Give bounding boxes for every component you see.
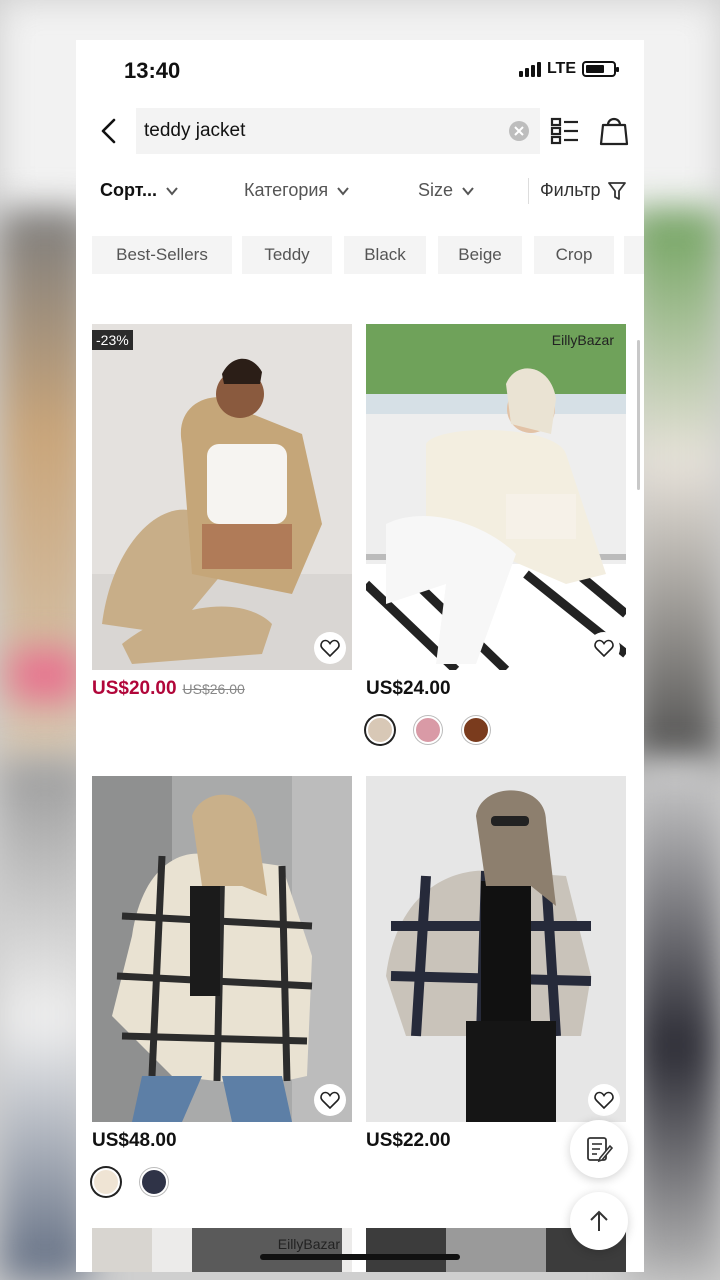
heart-icon	[594, 639, 614, 657]
network-label: LTE	[546, 60, 576, 77]
color-swatches	[366, 716, 490, 744]
price-row: US$20.00 US$26.00	[92, 678, 245, 700]
signal-icon	[518, 61, 541, 77]
status-time: 13:40	[124, 58, 181, 83]
scrollbar[interactable]	[637, 340, 640, 490]
color-swatch[interactable]	[366, 716, 394, 744]
clear-icon[interactable]	[508, 120, 530, 142]
product-photo	[92, 324, 352, 670]
wishlist-button[interactable]	[588, 632, 620, 664]
brand-label: EillyBazar	[277, 1236, 340, 1252]
color-swatch[interactable]	[92, 1168, 120, 1196]
filter-bar: Сорт... Категория Size Фильтр	[76, 172, 644, 212]
price-row: US$48.00	[92, 1130, 177, 1152]
color-swatch[interactable]	[462, 716, 490, 744]
chevron-down-icon	[337, 186, 349, 196]
chip-beige[interactable]: Beige	[438, 236, 522, 274]
phone-screen: 13:40 LTE teddy jacket Сорт... Категория…	[76, 40, 644, 1272]
product-image[interactable]	[366, 776, 626, 1122]
scroll-to-top-button[interactable]	[570, 1192, 628, 1250]
product-image[interactable]: -23%	[92, 324, 352, 670]
heart-icon	[594, 1091, 614, 1109]
sale-price: US$20.00	[92, 678, 177, 699]
product-card[interactable]: EillyBazar US$24.00	[366, 324, 626, 744]
product-photo	[366, 324, 626, 670]
edit-note-icon	[587, 1137, 614, 1163]
price: US$48.00	[92, 1130, 177, 1151]
wishlist-button[interactable]	[314, 632, 346, 664]
brand-label: EillyBazar	[551, 332, 614, 348]
heart-icon	[320, 1091, 340, 1109]
size-dropdown[interactable]: Size	[418, 180, 475, 201]
chip-crop[interactable]: Crop	[534, 236, 614, 274]
product-card[interactable]: -23% US$20.00 US$26.00	[92, 324, 352, 724]
wishlist-button[interactable]	[314, 1084, 346, 1116]
product-card[interactable]: EillyBazar	[92, 1228, 352, 1272]
filter-button[interactable]: Фильтр	[540, 180, 627, 201]
original-price: US$26.00	[182, 681, 245, 697]
quick-filter-chips: Best-Sellers Teddy Black Beige Crop	[92, 236, 644, 276]
color-swatches	[92, 1168, 168, 1196]
product-image[interactable]	[92, 776, 352, 1122]
chevron-left-icon	[101, 118, 116, 144]
chip-best-sellers[interactable]: Best-Sellers	[92, 236, 232, 274]
product-image[interactable]: EillyBazar	[92, 1228, 352, 1272]
chevron-down-icon	[166, 186, 178, 196]
price-row: US$22.00	[366, 1130, 451, 1152]
sort-label: Сорт...	[100, 180, 157, 200]
product-card[interactable]: US$22.00	[366, 776, 626, 1176]
category-dropdown[interactable]: Категория	[244, 180, 350, 201]
color-swatch[interactable]	[414, 716, 442, 744]
status-bar: 13:40 LTE	[76, 40, 644, 102]
discount-badge: -23%	[92, 330, 133, 350]
product-photo	[366, 776, 626, 1122]
product-photo	[92, 776, 352, 1122]
arrow-up-icon	[590, 1210, 608, 1231]
chevron-down-icon	[462, 186, 474, 196]
status-indicators: LTE	[518, 60, 619, 78]
category-label: Категория	[244, 180, 329, 200]
color-swatch[interactable]	[140, 1168, 168, 1196]
chip-black[interactable]: Black	[344, 236, 426, 274]
chip-more[interactable]	[624, 236, 644, 274]
battery-icon	[582, 61, 619, 77]
heart-icon	[320, 639, 340, 657]
price: US$22.00	[366, 1130, 451, 1151]
product-card[interactable]: US$48.00	[92, 776, 352, 1196]
chip-teddy[interactable]: Teddy	[242, 236, 332, 274]
price-row: US$24.00	[366, 678, 451, 700]
divider	[528, 178, 529, 204]
search-row	[76, 106, 644, 156]
search-input[interactable]	[144, 120, 508, 142]
shopping-bag-icon[interactable]	[596, 112, 632, 148]
product-image[interactable]: EillyBazar	[366, 324, 626, 670]
back-button[interactable]	[92, 114, 126, 148]
home-indicator[interactable]	[260, 1254, 460, 1260]
wishlist-button[interactable]	[588, 1084, 620, 1116]
review-button[interactable]	[570, 1120, 628, 1178]
sort-dropdown[interactable]: Сорт...	[100, 180, 179, 201]
search-box[interactable]	[136, 108, 540, 154]
filter-label: Фильтр	[540, 180, 601, 200]
list-view-icon[interactable]	[548, 114, 582, 148]
funnel-icon	[608, 181, 627, 200]
size-label: Size	[418, 180, 454, 200]
price: US$24.00	[366, 678, 451, 699]
